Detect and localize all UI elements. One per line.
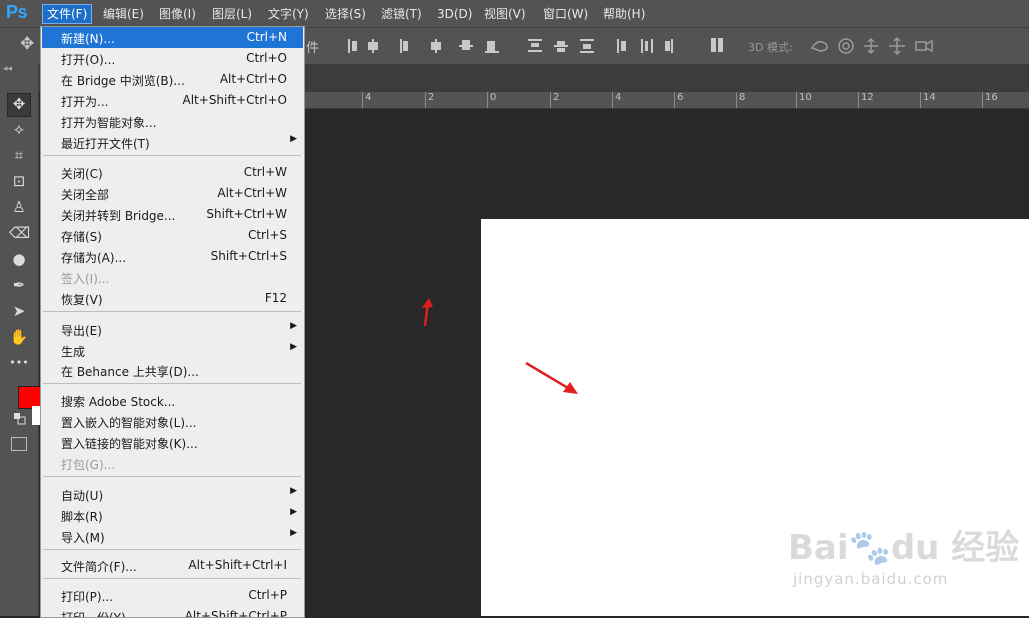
menu-item-import[interactable]: 导入(M) ▶	[42, 526, 303, 547]
menu-item-search-adobe-stock[interactable]: 搜索 Adobe Stock...	[42, 390, 303, 411]
menu-layer[interactable]: 图层(L)	[212, 5, 252, 23]
default-colors-icon[interactable]	[14, 413, 26, 425]
auto-align-icon[interactable]	[710, 37, 724, 55]
menu-item-close-goto-bridge[interactable]: 关闭并转到 Bridge... Shift+Ctrl+W	[42, 204, 303, 225]
move-tool-icon[interactable]: ✥	[7, 93, 31, 117]
menu-item-save[interactable]: 存储(S) Ctrl+S	[42, 225, 303, 246]
frame-tool-icon[interactable]: ⊡	[9, 171, 29, 191]
menu-item-open-as[interactable]: 打开为... Alt+Shift+Ctrl+O	[42, 90, 303, 111]
menu-item-place-linked[interactable]: 置入链接的智能对象(K)...	[42, 432, 303, 453]
menu-item-close-all[interactable]: 关闭全部 Alt+Ctrl+W	[42, 183, 303, 204]
path-select-tool-icon[interactable]: ➤	[9, 301, 29, 321]
menu-separator	[43, 383, 301, 384]
3d-mode-icons[interactable]	[808, 36, 938, 56]
menu-item-open[interactable]: 打开(O)... Ctrl+O	[42, 48, 303, 69]
menu-item-scripts[interactable]: 脚本(R) ▶	[42, 505, 303, 526]
menu-separator	[43, 578, 301, 579]
menu-item-open-smart-object[interactable]: 打开为智能对象...	[42, 111, 303, 132]
file-menu-dropdown: 新建(N)... Ctrl+N 打开(O)... Ctrl+O 在 Bridge 中…	[40, 26, 305, 618]
menu-item-file-info[interactable]: 文件简介(F)... Alt+Shift+Ctrl+I	[42, 555, 303, 576]
menu-item-export[interactable]: 导出(E) ▶	[42, 319, 303, 340]
menu-separator	[43, 155, 301, 156]
ruler-tick: 2	[424, 92, 435, 108]
hand-tool-icon[interactable]: ✋	[9, 327, 29, 347]
photoshop-logo: Ps	[6, 2, 28, 22]
submenu-arrow-icon: ▶	[290, 528, 297, 538]
pen-tool-icon[interactable]: ✒	[9, 275, 29, 295]
options-partial-label: 件	[306, 41, 320, 56]
menu-item-revert[interactable]: 恢复(V) F12	[42, 288, 303, 309]
menu-type[interactable]: 文字(Y)	[268, 5, 309, 23]
menu-item-print[interactable]: 打印(P)... Ctrl+P	[42, 585, 303, 606]
baidu-watermark-logo: Bai🐾du 经验	[788, 528, 1020, 568]
ruler-tick: 6	[673, 92, 684, 108]
ruler-tick: 8	[735, 92, 746, 108]
menu-item-automate[interactable]: 自动(U) ▶	[42, 484, 303, 505]
ruler-tick: 2	[549, 92, 560, 108]
menu-item-check-in: 签入(I)...	[61, 272, 110, 286]
move-tool-options-icon[interactable]: ✥	[20, 34, 34, 54]
menu-item-generate[interactable]: 生成 ▶	[42, 340, 303, 361]
ruler-tick: 14	[920, 92, 936, 108]
ruler-tick: 4	[361, 92, 372, 108]
menu-item-browse-bridge[interactable]: 在 Bridge 中浏览(B)... Alt+Ctrl+O	[42, 69, 303, 90]
menu-bar: Ps 文件(F) 编辑(E) 图像(I) 图层(L) 文字(Y) 选择(S) 滤…	[0, 0, 1029, 27]
3d-mode-label: 3D 模式:	[748, 41, 793, 54]
menu-edit[interactable]: 编辑(E)	[103, 5, 144, 23]
submenu-arrow-icon: ▶	[290, 342, 297, 352]
eraser-tool-icon[interactable]: ⌫	[9, 223, 30, 243]
ruler-tick: 10	[796, 92, 812, 108]
ruler-tick: 12	[858, 92, 874, 108]
menu-item-package: 打包(G)...	[61, 458, 116, 472]
ruler-tick: 4	[611, 92, 622, 108]
align-distribute-icons[interactable]	[345, 36, 700, 56]
menu-separator	[43, 311, 301, 312]
menu-help[interactable]: 帮助(H)	[603, 5, 645, 23]
baidu-watermark-url: jingyan.baidu.com	[793, 570, 949, 588]
ruler-tick: 16	[982, 92, 998, 108]
submenu-arrow-icon: ▶	[290, 134, 297, 144]
blur-tool-icon[interactable]: ●	[9, 249, 29, 269]
ruler-tick: 0	[486, 92, 497, 108]
menu-separator	[43, 476, 301, 477]
menu-item-new[interactable]: 新建(N)... Ctrl+N	[42, 27, 303, 48]
stamp-tool-icon[interactable]: ♙	[9, 197, 29, 217]
crop-tool-icon[interactable]: ⌗	[9, 145, 29, 165]
submenu-arrow-icon: ▶	[290, 321, 297, 331]
menu-select[interactable]: 选择(S)	[325, 5, 366, 23]
menu-item-place-embedded[interactable]: 置入嵌入的智能对象(L)...	[42, 411, 303, 432]
panel-collapse-icon[interactable]: ◂◂	[3, 64, 12, 74]
menu-filter[interactable]: 滤镜(T)	[381, 5, 422, 23]
horizontal-ruler: 4 2 0 2 4 6 8 10 12 14 16	[305, 92, 1029, 109]
menu-window[interactable]: 窗口(W)	[543, 5, 588, 23]
quick-mask-icon[interactable]	[11, 437, 27, 451]
submenu-arrow-icon: ▶	[290, 507, 297, 517]
menu-3d[interactable]: 3D(D)	[437, 5, 472, 23]
menu-view[interactable]: 视图(V)	[484, 5, 526, 23]
menu-item-recent-files[interactable]: 最近打开文件(T) ▶	[42, 132, 303, 153]
more-tools-icon[interactable]: •••	[9, 353, 29, 373]
menu-file[interactable]: 文件(F)	[42, 4, 93, 24]
menu-item-print-one-copy[interactable]: 打印一份(Y) Alt+Shift+Ctrl+P	[42, 606, 303, 617]
menu-item-share-behance[interactable]: 在 Behance 上共享(D)...	[42, 360, 303, 381]
submenu-arrow-icon: ▶	[290, 486, 297, 496]
annotation-arrow-up	[422, 298, 433, 327]
menu-item-save-as[interactable]: 存储为(A)... Shift+Ctrl+S	[42, 246, 303, 267]
menu-separator	[43, 549, 301, 550]
tools-panel: ◂◂ ✥ ⟡ ⌗ ⊡ ♙ ⌫ ● ✒ ➤ ✋ •••	[0, 64, 39, 616]
background-color-swatch[interactable]	[32, 406, 40, 425]
menu-image[interactable]: 图像(I)	[159, 5, 196, 23]
lasso-tool-icon[interactable]: ⟡	[9, 119, 29, 139]
annotation-arrow-diagonal	[525, 361, 578, 394]
menu-item-close[interactable]: 关闭(C) Ctrl+W	[42, 162, 303, 183]
